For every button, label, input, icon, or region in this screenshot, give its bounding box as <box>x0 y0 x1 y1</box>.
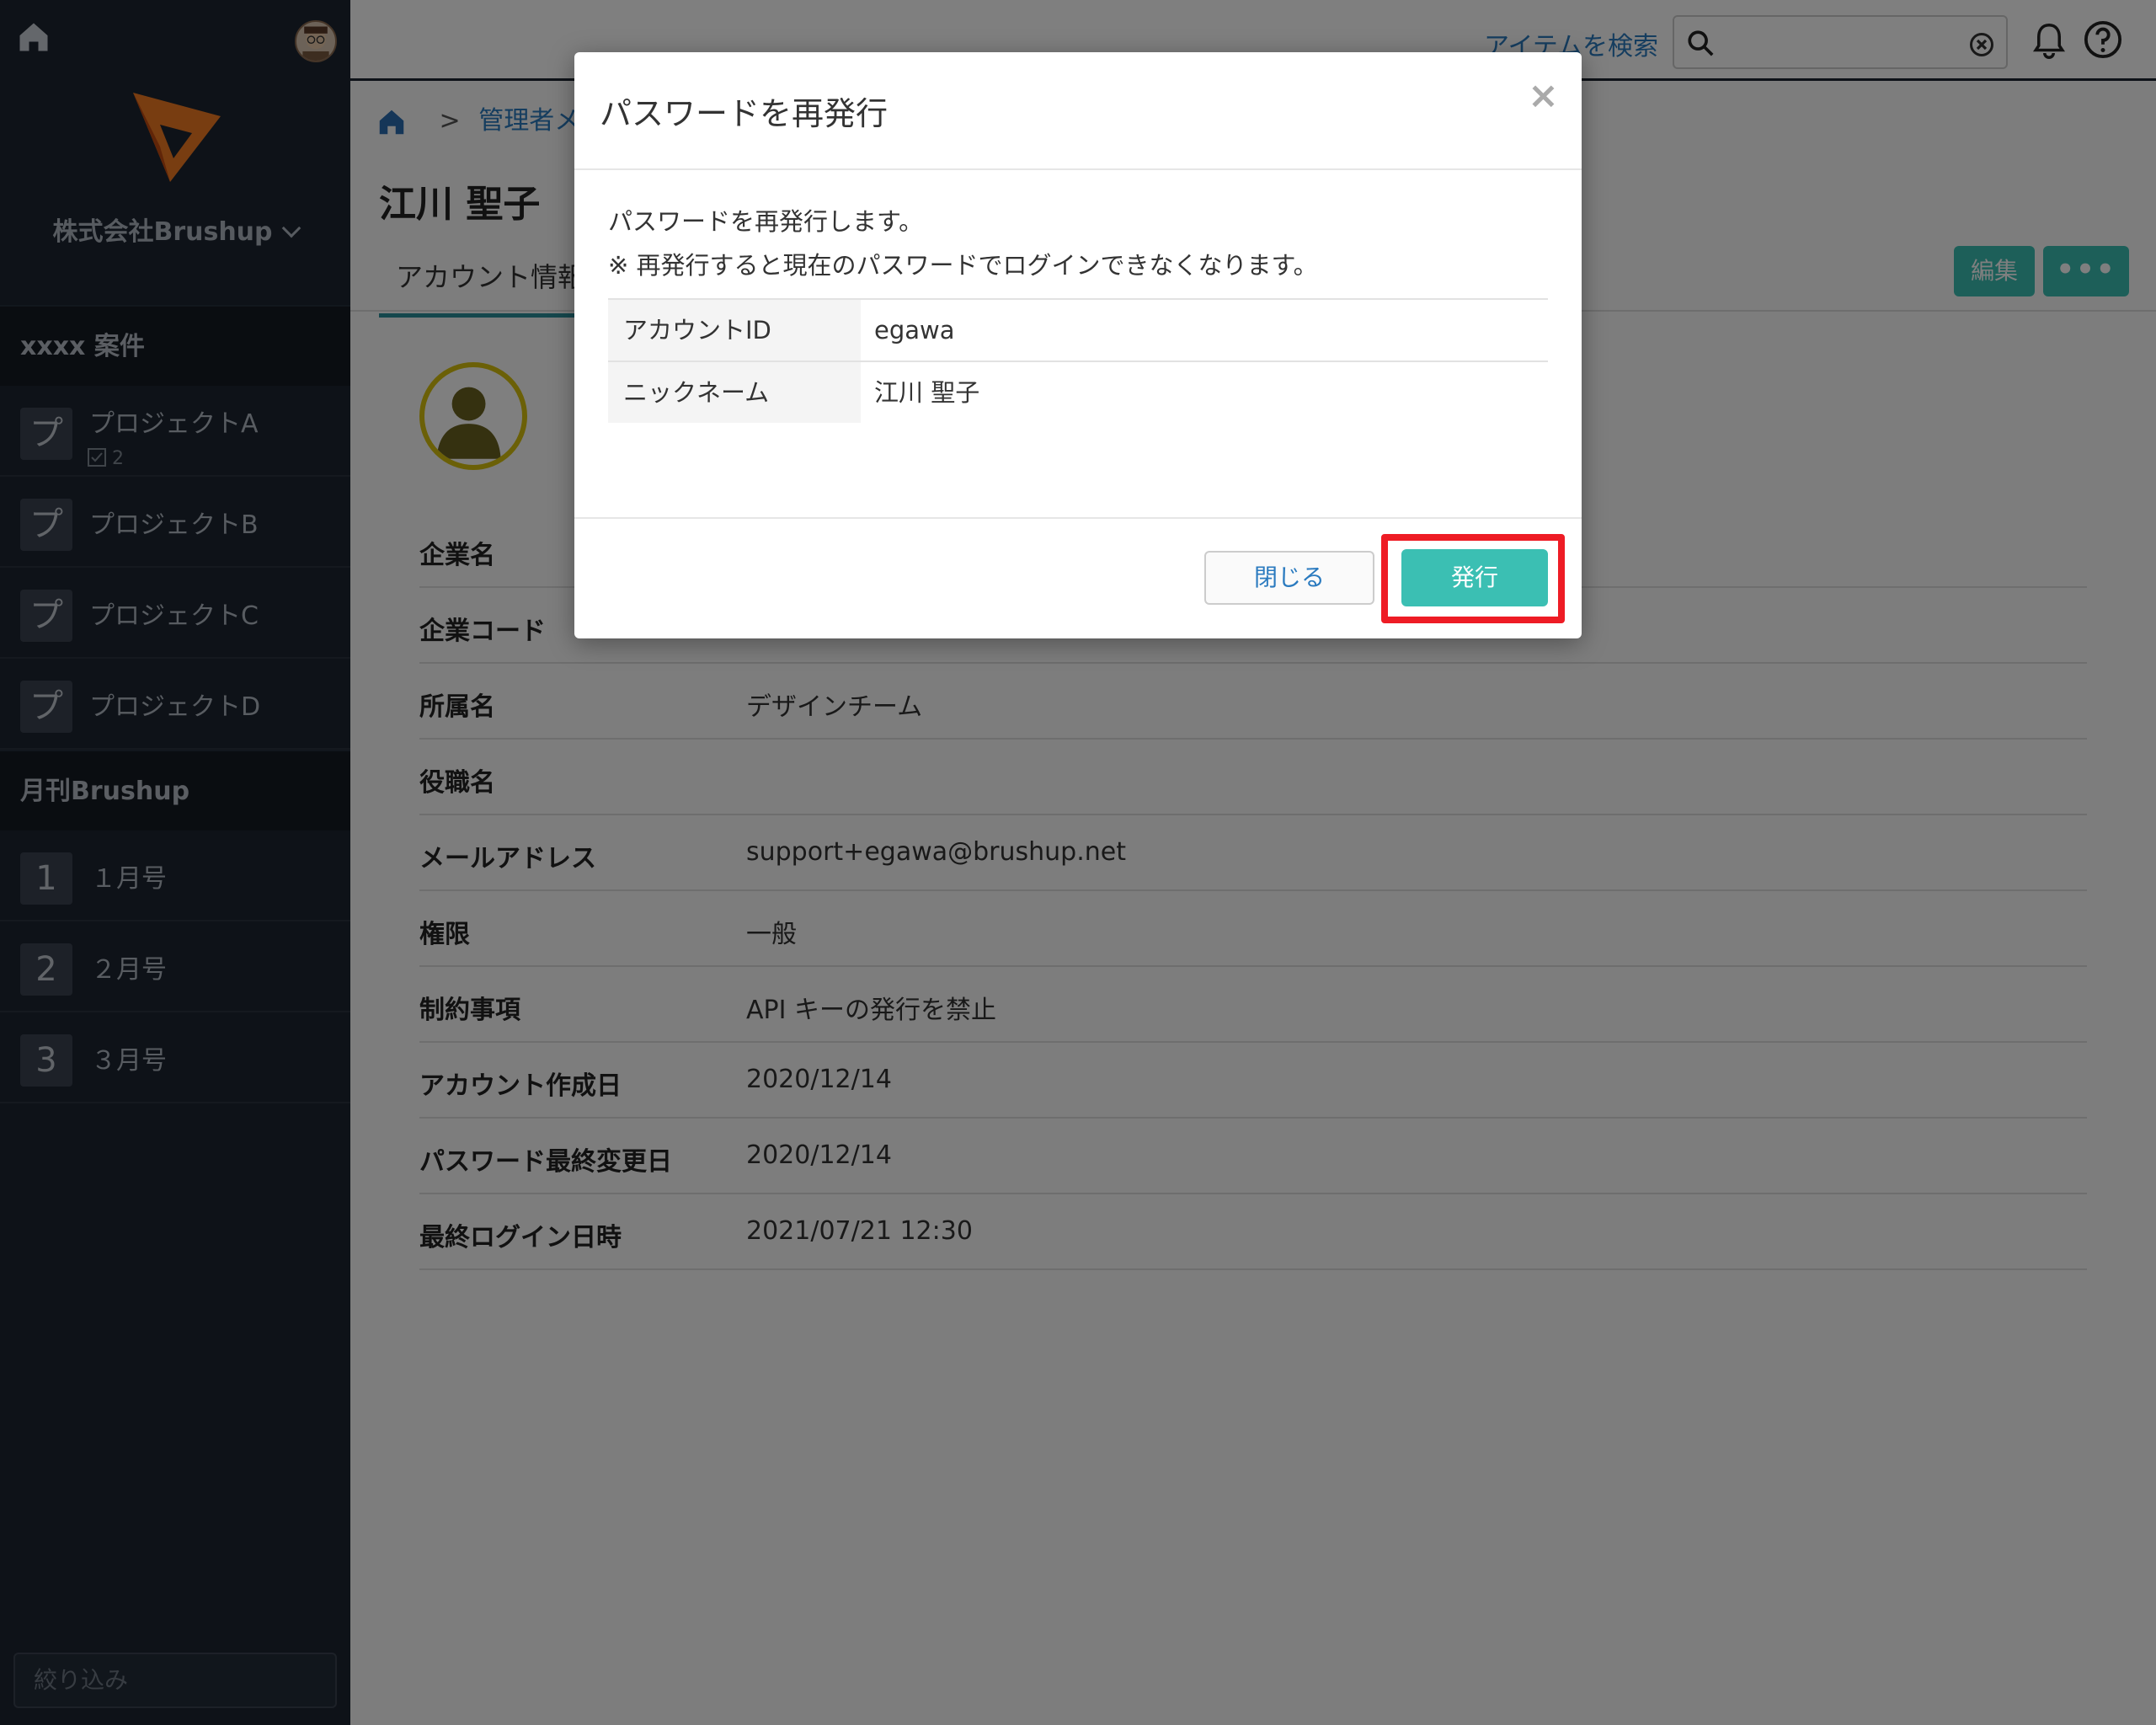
dialog-message: パスワードを再発行します。 <box>608 207 924 236</box>
dialog-account-table: アカウントID egawa ニックネーム 江川 聖子 <box>608 298 1548 425</box>
dialog-warning: ※ 再発行すると現在のパスワードでログインできなくなります。 <box>608 251 1318 280</box>
dialog-key: アカウントID <box>608 300 861 360</box>
dialog-key: ニックネーム <box>608 362 861 423</box>
dialog-value: egawa <box>874 316 955 344</box>
dialog-header: パスワードを再発行 × <box>574 52 1582 170</box>
dialog-row: アカウントID egawa <box>608 300 1548 362</box>
dialog-value: 江川 聖子 <box>874 378 980 407</box>
issue-button[interactable]: 発行 <box>1401 549 1548 606</box>
dialog-title: パスワードを再発行 <box>600 95 889 132</box>
reissue-password-dialog: パスワードを再発行 × パスワードを再発行します。 ※ 再発行すると現在のパスワ… <box>574 52 1582 638</box>
close-icon[interactable]: × <box>1528 74 1559 117</box>
close-button[interactable]: 閉じる <box>1204 551 1374 605</box>
dialog-row: ニックネーム 江川 聖子 <box>608 362 1548 425</box>
dialog-footer-divider <box>574 517 1582 519</box>
